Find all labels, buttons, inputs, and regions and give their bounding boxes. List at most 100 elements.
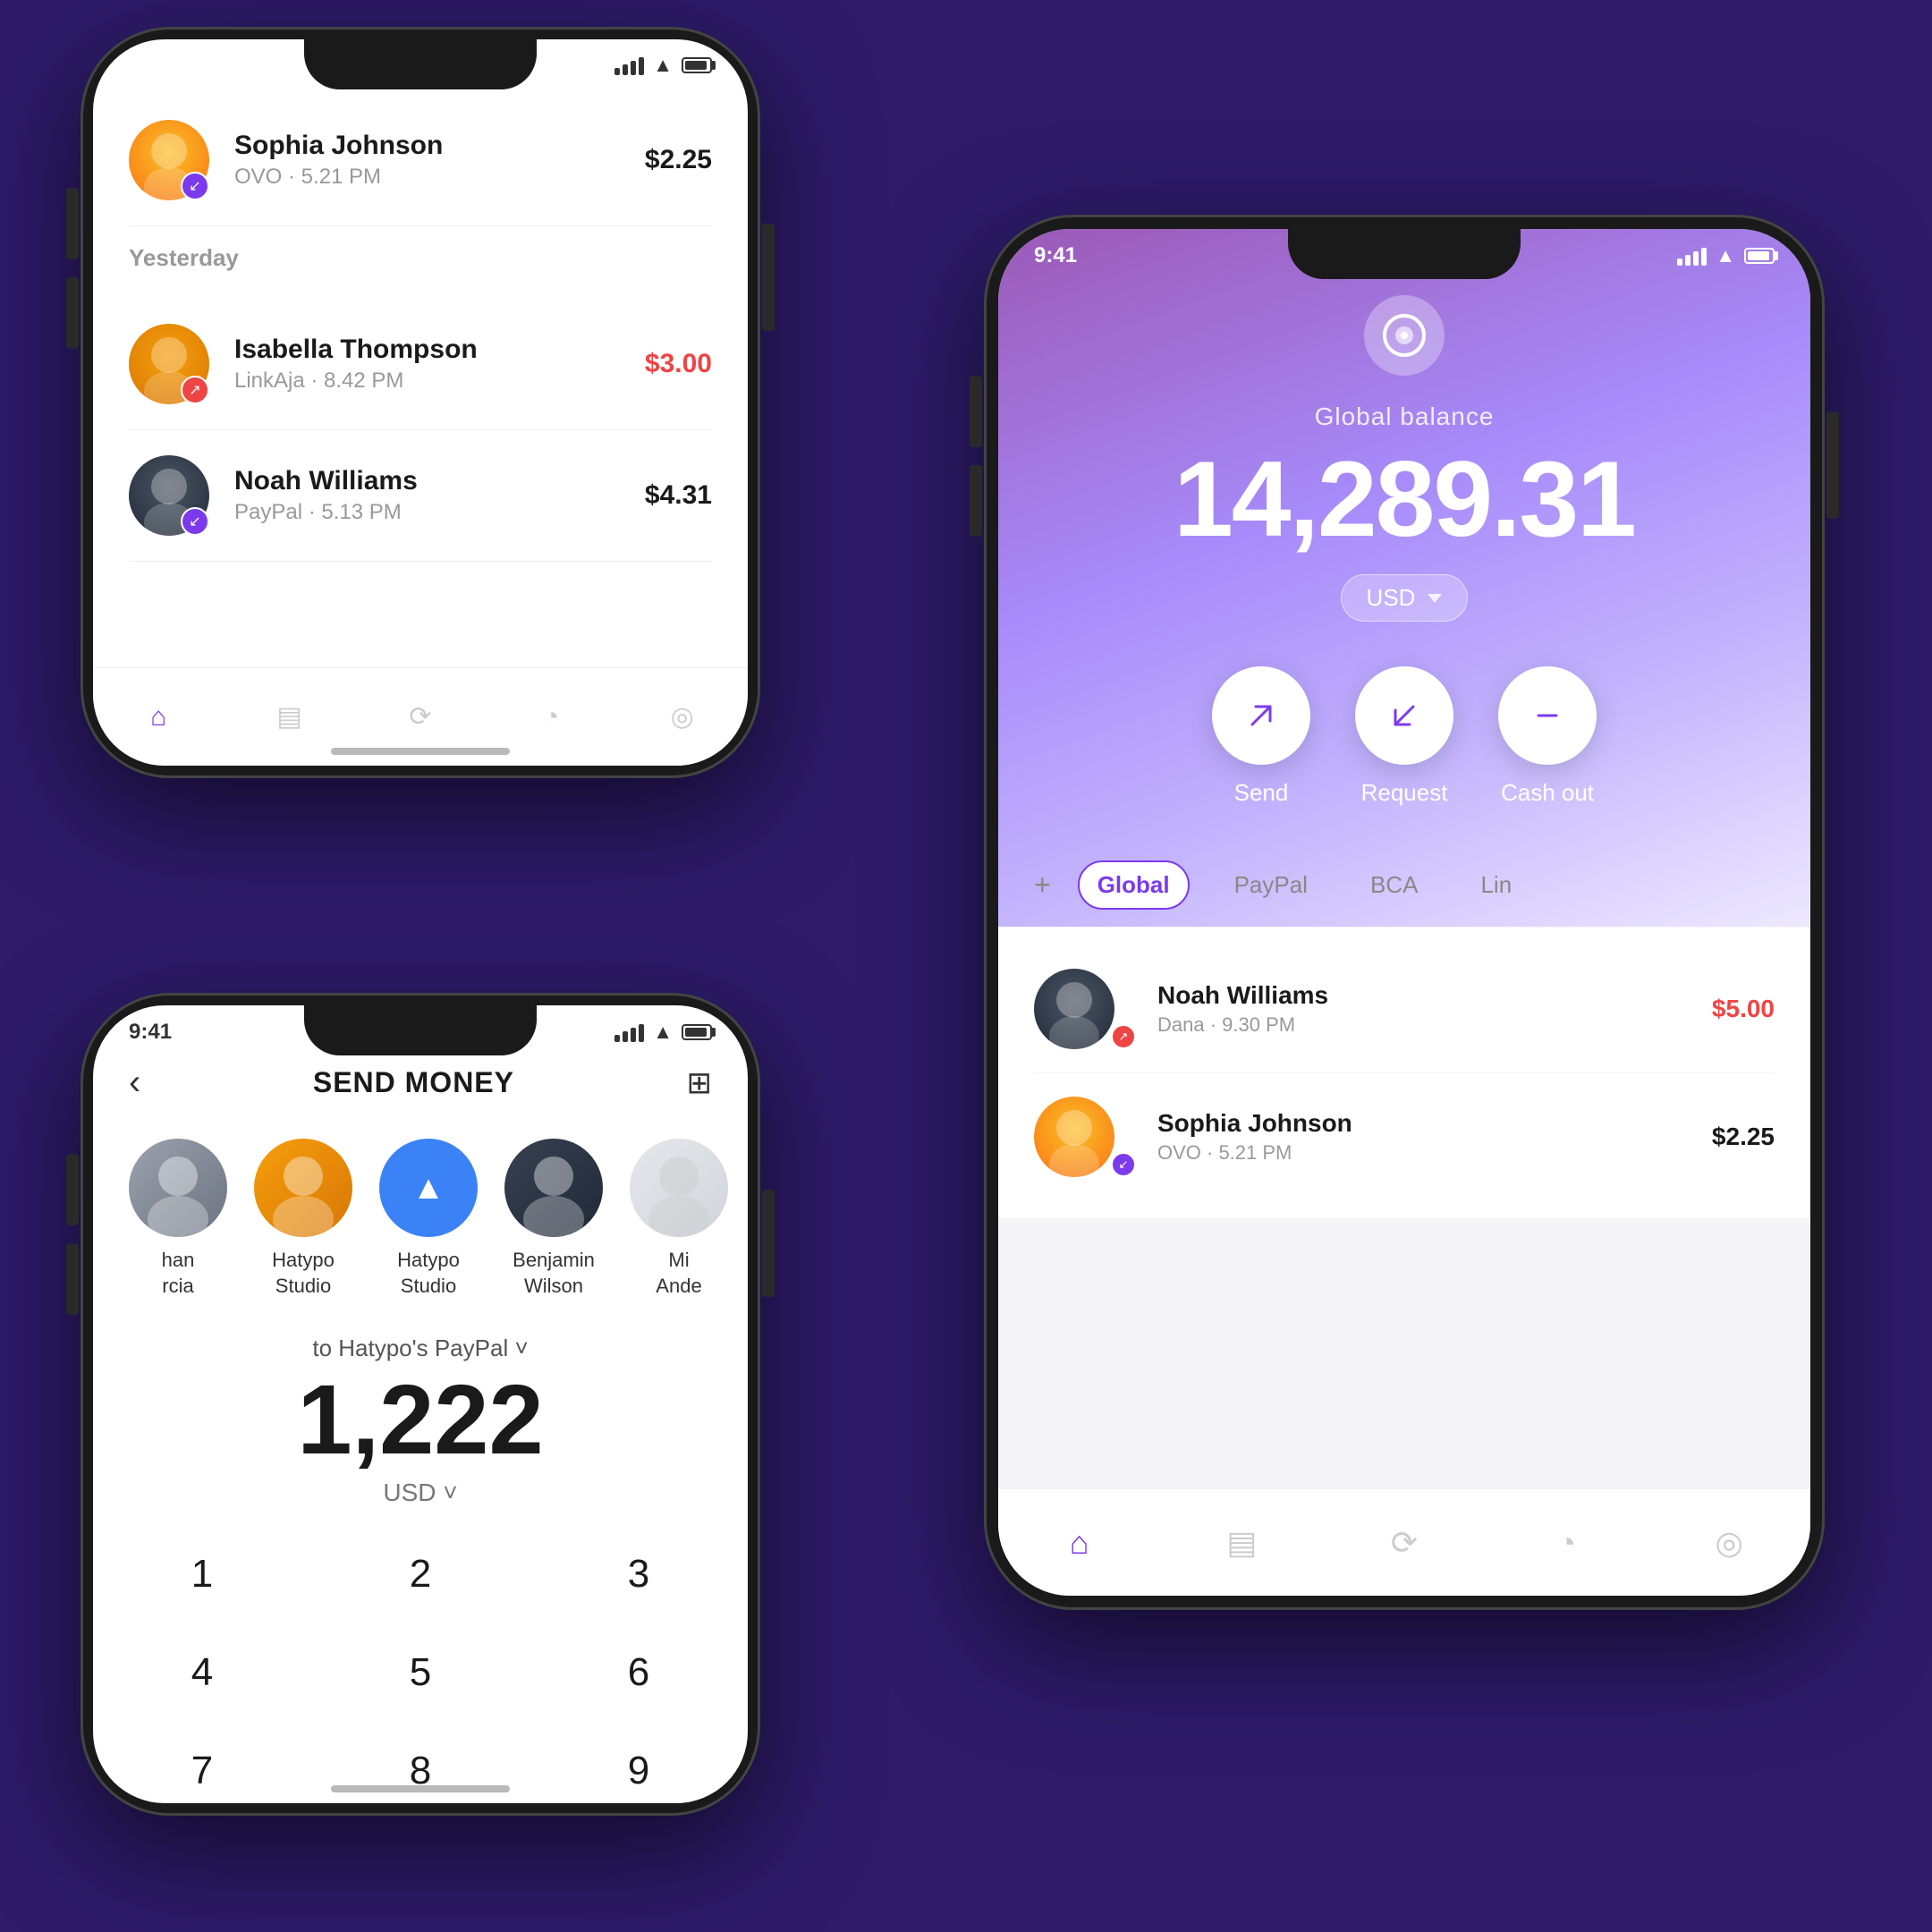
cashout-label: Cash out <box>1501 779 1594 807</box>
request-action[interactable]: Request <box>1355 666 1453 807</box>
nav-transfer-icon[interactable]: ⟳ <box>1377 1516 1431 1570</box>
dashboard-transactions: ↗ Noah Williams Dana · 9.30 PM $5.00 ↙ S… <box>998 928 1810 1218</box>
table-row[interactable]: ↙ Sophia Johnson OVO · 5.21 PM $2.25 <box>1034 1073 1775 1200</box>
contact-name: HatypoStudio <box>272 1248 335 1299</box>
nav-history-icon[interactable]: ◔ <box>524 691 578 744</box>
tab-paypal[interactable]: PayPal <box>1216 862 1326 908</box>
tx-direction-badge: ↙ <box>181 172 209 200</box>
send-currency[interactable]: USD ˅ <box>93 1479 748 1507</box>
tab-global[interactable]: Global <box>1078 860 1190 910</box>
tab-bca[interactable]: BCA <box>1352 862 1436 908</box>
brand-logo <box>1364 295 1445 376</box>
numpad-key-2[interactable]: 2 <box>311 1525 530 1623</box>
avatar-sophia <box>1034 1097 1114 1177</box>
contact-avatar <box>630 1139 728 1237</box>
table-row[interactable]: ↙ Noah Williams PayPal · 5.13 PM $4.31 <box>129 430 712 562</box>
numpad-key-3[interactable]: 3 <box>530 1525 748 1623</box>
nav-profile-icon[interactable]: ◎ <box>1702 1516 1756 1570</box>
nav-home-icon[interactable]: ⌂ <box>1053 1516 1106 1570</box>
tx-name: Noah Williams <box>1157 981 1712 1010</box>
transaction-list-yesterday: ↗ Isabella Thompson LinkAja · 8.42 PM $3… <box>93 299 748 562</box>
home-indicator <box>331 1785 510 1792</box>
tx-sub: PayPal · 5.13 PM <box>234 500 645 525</box>
table-row[interactable]: ↗ Noah Williams Dana · 9.30 PM $5.00 <box>1034 945 1775 1073</box>
battery-icon <box>1744 248 1775 264</box>
avatar: ↗ <box>129 324 209 404</box>
tx-name: Isabella Thompson <box>234 335 645 365</box>
signal-icon <box>614 1022 644 1042</box>
numpad-key-7[interactable]: 7 <box>93 1722 311 1803</box>
balance-section: Global balance 14,289.31 USD Send <box>998 268 1810 825</box>
svg-text:▲: ▲ <box>412 1168 445 1206</box>
send-button[interactable] <box>1212 666 1310 765</box>
transaction-list-top: ↙ Sophia Johnson OVO · 5.21 PM $2.25 <box>93 95 748 226</box>
contact-item[interactable]: hanrcia <box>129 1139 227 1299</box>
request-button[interactable] <box>1355 666 1453 765</box>
tx-amount: $5.00 <box>1712 995 1775 1023</box>
tx-direction-badge: ↗ <box>1111 1024 1136 1049</box>
currency-selector[interactable]: USD <box>1341 574 1469 622</box>
contact-item[interactable]: MiAnde <box>630 1139 728 1299</box>
balance-label: Global balance <box>1315 402 1495 431</box>
tx-amount: $4.31 <box>645 480 712 511</box>
back-button[interactable]: ‹ <box>129 1063 140 1103</box>
notch <box>304 1005 537 1055</box>
tx-sub: OVO · 5.21 PM <box>234 165 645 190</box>
nav-home-icon[interactable]: ⌂ <box>131 691 185 744</box>
add-wallet-button[interactable]: + <box>1034 869 1051 902</box>
contact-item[interactable]: BenjaminWilson <box>504 1139 603 1299</box>
send-amount: 1,222 <box>93 1371 748 1470</box>
numpad-key-5[interactable]: 5 <box>311 1623 530 1722</box>
cashout-button[interactable] <box>1498 666 1597 765</box>
contact-item-selected[interactable]: ▲ HatypoStudio <box>379 1139 478 1299</box>
numpad-key-4[interactable]: 4 <box>93 1623 311 1722</box>
contact-avatar-selected: ▲ <box>379 1139 478 1237</box>
avatar: ↙ <box>129 120 209 200</box>
tx-sub: OVO · 5.21 PM <box>1157 1141 1712 1165</box>
contact-name: hanrcia <box>162 1248 195 1299</box>
contact-item[interactable]: HatypoStudio <box>254 1139 352 1299</box>
avatar: ↙ <box>129 455 209 536</box>
contacts-row: hanrcia HatypoStudio ▲ HatypoStudio <box>93 1121 748 1317</box>
contact-avatar <box>129 1139 227 1237</box>
send-action[interactable]: Send <box>1212 666 1310 807</box>
numpad-key-6[interactable]: 6 <box>530 1623 748 1722</box>
tx-info: Sophia Johnson OVO · 5.21 PM <box>1157 1109 1712 1165</box>
chevron-down-icon <box>1428 594 1442 603</box>
tab-lin[interactable]: Lin <box>1462 862 1530 908</box>
contact-name: HatypoStudio <box>397 1248 460 1299</box>
numpad: 1 2 3 4 5 6 7 8 9 <box>93 1525 748 1803</box>
request-label: Request <box>1361 779 1448 807</box>
numpad-key-1[interactable]: 1 <box>93 1525 311 1623</box>
tx-info: Noah Williams Dana · 9.30 PM <box>1157 981 1712 1037</box>
avatar: ↗ <box>1034 969 1136 1049</box>
home-indicator <box>331 748 510 755</box>
send-label: Send <box>1234 779 1289 807</box>
wifi-icon: ▲ <box>1716 244 1735 267</box>
signal-icon <box>614 55 644 75</box>
send-money-header: ‹ SEND MONEY ⊞ <box>93 1045 748 1121</box>
nav-wallet-icon[interactable]: ▤ <box>1215 1516 1268 1570</box>
battery-icon <box>682 57 712 73</box>
tx-direction-badge: ↙ <box>181 507 209 536</box>
tx-direction-badge: ↙ <box>1111 1152 1136 1177</box>
tx-sub: Dana · 9.30 PM <box>1157 1013 1712 1037</box>
nav-wallet-icon[interactable]: ▤ <box>263 691 317 744</box>
phone-send-money: 9:41 ▲ ‹ SEND MONEY ⊞ <box>80 993 760 1816</box>
cashout-action[interactable]: Cash out <box>1498 666 1597 807</box>
qr-code-icon[interactable]: ⊞ <box>687 1065 713 1101</box>
bottom-nav: ⌂ ▤ ⟳ ◔ ◎ <box>998 1488 1810 1596</box>
nav-profile-icon[interactable]: ◎ <box>656 691 709 744</box>
tx-name: Sophia Johnson <box>1157 1109 1712 1138</box>
status-time: 9:41 <box>1034 243 1077 268</box>
numpad-key-9[interactable]: 9 <box>530 1722 748 1803</box>
table-row[interactable]: ↙ Sophia Johnson OVO · 5.21 PM $2.25 <box>129 95 712 226</box>
tx-info: Isabella Thompson LinkAja · 8.42 PM <box>234 335 645 394</box>
tx-name: Sophia Johnson <box>234 131 645 161</box>
send-to-label: to Hatypo's PayPal ˅ <box>93 1335 748 1362</box>
section-yesterday-label: Yesterday <box>93 226 748 281</box>
nav-history-icon[interactable]: ◔ <box>1540 1516 1594 1570</box>
nav-transfer-icon[interactable]: ⟳ <box>394 691 447 744</box>
table-row[interactable]: ↗ Isabella Thompson LinkAja · 8.42 PM $3… <box>129 299 712 430</box>
contact-name: MiAnde <box>656 1248 701 1299</box>
